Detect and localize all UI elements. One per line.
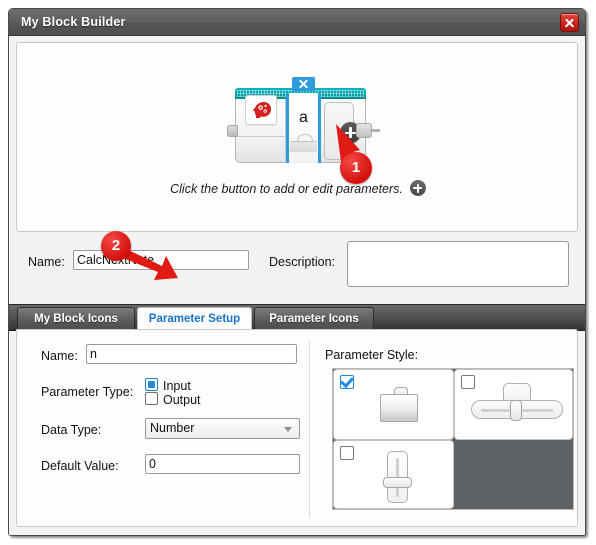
block-divider	[236, 136, 285, 137]
horizontal-slider-knob	[510, 400, 522, 421]
parameter-slot-a[interactable]: a	[286, 93, 321, 163]
cancel-button[interactable]: Cancel	[531, 535, 582, 536]
default-value-input[interactable]	[145, 454, 300, 474]
parameter-name-label: Name:	[41, 349, 78, 363]
parameter-type-input-radio[interactable]: Input	[145, 378, 191, 393]
close-icon[interactable]	[560, 13, 579, 32]
tab-my-block-icons[interactable]: My Block Icons	[17, 307, 135, 330]
data-type-value: Number	[150, 421, 195, 435]
parameter-style-label: Parameter Style:	[325, 348, 419, 362]
chevron-down-icon	[284, 427, 292, 432]
delete-parameter-close-icon[interactable]	[292, 77, 315, 91]
parameter-slot-label: a	[299, 109, 308, 126]
block-name-label: Name:	[28, 255, 65, 269]
plus-circle-icon[interactable]	[409, 180, 426, 196]
screen: My Block Builder a Click the button to a…	[0, 0, 596, 545]
parameter-type-label: Parameter Type:	[41, 385, 134, 399]
parameter-type-input-label: Input	[163, 379, 191, 393]
parameter-style-option-horizontal-slider[interactable]	[454, 369, 573, 440]
checkbox-checked-icon[interactable]	[340, 375, 354, 389]
default-value-label: Default Value:	[41, 459, 119, 473]
title-bar: My Block Builder	[9, 9, 585, 36]
brain-gears-icon[interactable]	[245, 95, 277, 125]
panel-divider	[309, 340, 310, 518]
parameter-setup-panel: Name: Parameter Type: Input Output Data …	[16, 329, 578, 527]
parameter-style-grid	[332, 368, 574, 510]
data-type-label: Data Type:	[41, 423, 102, 437]
parameter-slot-value-bar	[290, 141, 317, 152]
parameter-type-output-radio[interactable]: Output	[145, 392, 201, 407]
parameter-style-option-vertical-slider[interactable]	[333, 440, 454, 509]
my-block-graphic: a	[227, 77, 380, 163]
block-name-input[interactable]	[73, 250, 249, 270]
parameter-type-output-label: Output	[163, 393, 201, 407]
block-description-label: Description:	[269, 255, 335, 269]
brain-gears-icon-glyph	[253, 102, 271, 118]
tab-parameter-icons[interactable]: Parameter Icons	[254, 307, 374, 330]
my-block-builder-dialog: My Block Builder a Click the button to a…	[8, 8, 586, 536]
block-output-plug-tail	[370, 129, 380, 132]
tab-parameter-setup[interactable]: Parameter Setup	[137, 307, 252, 330]
parameter-hint: Click the button to add or edit paramete…	[17, 180, 579, 196]
parameter-name-input[interactable]	[86, 344, 297, 364]
checkbox-unchecked-icon[interactable]	[340, 446, 354, 460]
dialog-body: a Click the button to add or edit parame…	[9, 36, 585, 536]
block-input-plug	[227, 125, 238, 137]
block-preview-panel: a Click the button to add or edit parame…	[16, 42, 578, 232]
parameter-hint-text: Click the button to add or edit paramete…	[170, 182, 403, 196]
window-title: My Block Builder	[21, 15, 126, 29]
text-input-style-icon	[380, 394, 418, 422]
finish-button[interactable]: Finish	[475, 535, 526, 536]
block-description-input[interactable]	[347, 241, 569, 287]
annotation-marker-2: 2	[101, 231, 131, 261]
parameter-style-option-text-input[interactable]	[333, 369, 454, 440]
radio-off-icon	[145, 392, 158, 405]
vertical-slider-knob	[383, 477, 412, 488]
data-type-dropdown[interactable]: Number	[145, 418, 300, 439]
tab-bar: My Block Icons Parameter Setup Parameter…	[9, 304, 585, 331]
checkbox-unchecked-icon[interactable]	[461, 375, 475, 389]
annotation-marker-1: 1	[340, 152, 372, 184]
radio-on-icon	[145, 378, 158, 391]
